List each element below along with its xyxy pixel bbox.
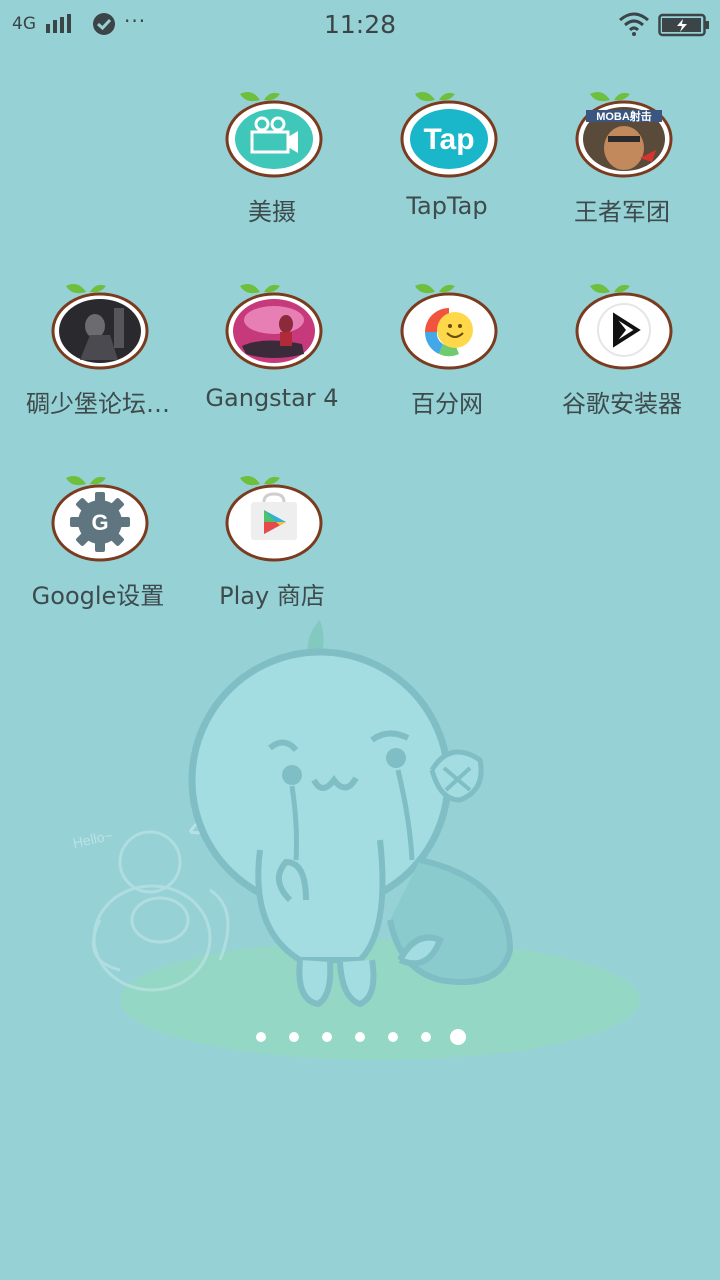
page-dot-active[interactable] [450,1029,466,1045]
app-label: 美摄 [248,198,296,226]
app-forum[interactable]: 碉少堡论坛… [10,280,186,460]
page-dot[interactable] [256,1032,266,1042]
page-dot[interactable] [289,1032,299,1042]
app-label: 百分网 [411,390,483,418]
game-logo-text: MOBA射击 [596,109,652,123]
smiley-icon [400,284,498,370]
taptap-logo-text: Tap [423,123,474,156]
app-label: 谷歌安装器 [562,390,682,418]
page-indicator[interactable] [0,1026,720,1048]
status-time: 11:28 [323,10,397,39]
wallpaper-illustration: Hello~ [71,620,640,1060]
app-label: TapTap [406,192,488,220]
app-label: 碉少堡论坛… [26,390,170,418]
play-triangle-icon [575,284,673,370]
app-gangstar-4[interactable]: Gangstar 4 [184,280,360,460]
google-gear-icon: G [51,476,149,562]
battery-charging-icon [658,13,709,37]
page-dot[interactable] [421,1032,431,1042]
wallpaper-hello-text: Hello~ [71,827,114,851]
video-camera-icon [225,92,323,178]
status-bar: 4G ··· 11:28 [0,0,720,50]
forum-photo-icon [51,284,149,370]
page-dot[interactable] [355,1032,365,1042]
wifi-icon [619,12,649,36]
google-g-text: G [91,510,108,535]
play-store-bag-icon [225,476,323,562]
app-baifenwang[interactable]: 百分网 [359,280,535,460]
app-taptap[interactable]: Tap TapTap [359,88,535,268]
app-meishe[interactable]: 美摄 [184,88,360,268]
app-wangzhe-juntuan[interactable]: MOBA射击 王者军团 [534,88,710,268]
app-google-installer[interactable]: 谷歌安装器 [534,280,710,460]
game-hero-icon: MOBA射击 [575,92,673,178]
app-label: 王者军团 [574,198,670,226]
page-dot[interactable] [322,1032,332,1042]
taptap-icon: Tap [400,92,498,178]
gangstar-icon [225,284,323,370]
page-dot[interactable] [388,1032,398,1042]
app-label: Gangstar 4 [205,384,339,412]
